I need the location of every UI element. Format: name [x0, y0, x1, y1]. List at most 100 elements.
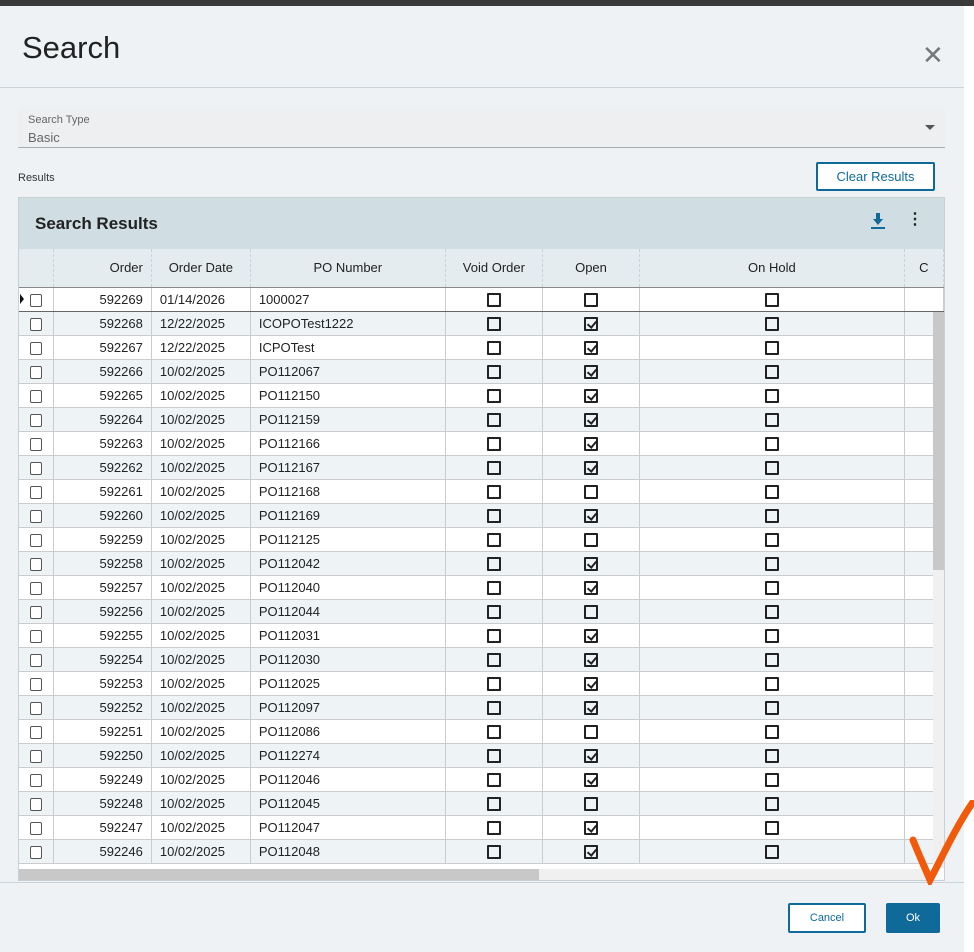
- column-header-order[interactable]: Order: [53, 249, 152, 288]
- order-date-cell: 12/22/2025: [151, 335, 251, 360]
- row-select-checkbox[interactable]: [30, 677, 43, 691]
- table-row[interactable]: 592251 10/02/2025 PO112086: [19, 719, 944, 744]
- void-order-cell: [445, 359, 543, 384]
- column-header-select[interactable]: [19, 249, 55, 288]
- column-header-open[interactable]: Open: [542, 249, 641, 288]
- row-select-checkbox[interactable]: [30, 605, 43, 619]
- row-select-checkbox[interactable]: [30, 701, 43, 715]
- column-header-next[interactable]: C: [904, 249, 944, 288]
- row-select-checkbox[interactable]: [30, 437, 43, 451]
- unchecked-box-icon: [583, 604, 598, 619]
- po-number-cell: PO112042: [250, 551, 446, 576]
- row-select-checkbox[interactable]: [30, 485, 43, 499]
- table-row[interactable]: 592268 12/22/2025 ICOPOTest1222: [19, 311, 944, 336]
- order-cell: 592247: [53, 815, 152, 840]
- table-row[interactable]: 592247 10/02/2025 PO112047: [19, 815, 944, 840]
- po-number-cell: PO112031: [250, 623, 446, 648]
- table-row[interactable]: 592263 10/02/2025 PO112166: [19, 431, 944, 456]
- table-row[interactable]: 592248 10/02/2025 PO112045: [19, 791, 944, 816]
- horizontal-scrollbar[interactable]: [19, 869, 933, 880]
- open-cell: [542, 383, 641, 408]
- row-select-checkbox[interactable]: [30, 365, 43, 379]
- clear-results-button[interactable]: Clear Results: [816, 162, 935, 191]
- table-row[interactable]: 592253 10/02/2025 PO112025: [19, 671, 944, 696]
- checked-box-icon: [583, 508, 598, 523]
- order-cell: 592251: [53, 719, 152, 744]
- unchecked-box-icon: [486, 748, 501, 763]
- unchecked-box-icon: [764, 820, 779, 835]
- close-icon[interactable]: ✕: [922, 42, 944, 68]
- table-row[interactable]: 592250 10/02/2025 PO112274: [19, 743, 944, 768]
- table-row[interactable]: 592258 10/02/2025 PO112042: [19, 551, 944, 576]
- row-select-checkbox[interactable]: [30, 533, 43, 547]
- table-row[interactable]: 592267 12/22/2025 ICPOTest: [19, 335, 944, 360]
- vertical-scrollbar[interactable]: [933, 312, 944, 868]
- vertical-scroll-thumb[interactable]: [933, 312, 944, 570]
- table-row[interactable]: 592252 10/02/2025 PO112097: [19, 695, 944, 720]
- row-select-checkbox[interactable]: [30, 341, 43, 355]
- horizontal-scroll-thumb[interactable]: [19, 869, 539, 880]
- po-number-cell: PO112167: [250, 455, 446, 480]
- unchecked-box-icon: [486, 460, 501, 475]
- void-order-cell: [445, 311, 543, 336]
- table-row[interactable]: 592264 10/02/2025 PO112159: [19, 407, 944, 432]
- row-select-checkbox[interactable]: [30, 725, 43, 739]
- table-row[interactable]: 592262 10/02/2025 PO112167: [19, 455, 944, 480]
- void-order-cell: [445, 431, 543, 456]
- column-header-void-order[interactable]: Void Order: [445, 249, 543, 288]
- download-icon[interactable]: [871, 213, 885, 234]
- table-row[interactable]: 592259 10/02/2025 PO112125: [19, 527, 944, 552]
- row-select-checkbox[interactable]: [30, 845, 43, 859]
- row-select-checkbox[interactable]: [30, 317, 43, 331]
- table-row[interactable]: 592265 10/02/2025 PO112150: [19, 383, 944, 408]
- table-row[interactable]: 592255 10/02/2025 PO112031: [19, 623, 944, 648]
- unchecked-box-icon: [764, 556, 779, 571]
- po-number-cell: PO112150: [250, 383, 446, 408]
- table-row[interactable]: 592246 10/02/2025 PO112048: [19, 839, 944, 864]
- row-select-cell: [19, 383, 55, 408]
- table-row[interactable]: 592260 10/02/2025 PO112169: [19, 503, 944, 528]
- row-select-checkbox[interactable]: [30, 389, 43, 403]
- table-row[interactable]: 592269 01/14/2026 1000027: [19, 286, 944, 312]
- column-header-on-hold[interactable]: On Hold: [639, 249, 905, 288]
- row-select-checkbox[interactable]: [30, 461, 43, 475]
- search-type-select[interactable]: Search Type Basic: [18, 108, 945, 148]
- on-hold-cell: [639, 815, 905, 840]
- row-select-checkbox[interactable]: [30, 653, 43, 667]
- row-select-checkbox[interactable]: [30, 557, 43, 571]
- table-row[interactable]: 592249 10/02/2025 PO112046: [19, 767, 944, 792]
- more-options-icon[interactable]: ⋮: [907, 212, 923, 228]
- row-select-checkbox[interactable]: [30, 821, 43, 835]
- void-order-cell: [445, 695, 543, 720]
- row-select-checkbox[interactable]: [30, 413, 43, 427]
- table-row[interactable]: 592256 10/02/2025 PO112044: [19, 599, 944, 624]
- row-select-cell: [19, 599, 55, 624]
- table-row[interactable]: 592261 10/02/2025 PO112168: [19, 479, 944, 504]
- column-header-order-date[interactable]: Order Date: [151, 249, 251, 288]
- table-row[interactable]: 592254 10/02/2025 PO112030: [19, 647, 944, 672]
- row-select-checkbox[interactable]: [30, 293, 43, 307]
- on-hold-cell: [639, 719, 905, 744]
- order-cell: 592265: [53, 383, 152, 408]
- order-date-cell: 10/02/2025: [151, 455, 251, 480]
- row-select-cell: [19, 815, 55, 840]
- row-select-checkbox[interactable]: [30, 509, 43, 523]
- ok-button[interactable]: Ok: [886, 903, 940, 933]
- po-number-cell: PO112274: [250, 743, 446, 768]
- row-select-checkbox[interactable]: [30, 629, 43, 643]
- row-select-checkbox[interactable]: [30, 773, 43, 787]
- row-select-checkbox[interactable]: [30, 581, 43, 595]
- checked-box-icon: [583, 556, 598, 571]
- unchecked-box-icon: [764, 508, 779, 523]
- void-order-cell: [445, 815, 543, 840]
- cancel-button[interactable]: Cancel: [788, 903, 866, 933]
- table-row[interactable]: 592257 10/02/2025 PO112040: [19, 575, 944, 600]
- row-select-checkbox[interactable]: [30, 749, 43, 763]
- order-cell: 592259: [53, 527, 152, 552]
- table-row[interactable]: 592266 10/02/2025 PO112067: [19, 359, 944, 384]
- row-select-checkbox[interactable]: [30, 797, 43, 811]
- column-header-po-number[interactable]: PO Number: [250, 249, 446, 288]
- unchecked-box-icon: [486, 556, 501, 571]
- po-number-cell: PO112040: [250, 575, 446, 600]
- checked-box-icon: [583, 772, 598, 787]
